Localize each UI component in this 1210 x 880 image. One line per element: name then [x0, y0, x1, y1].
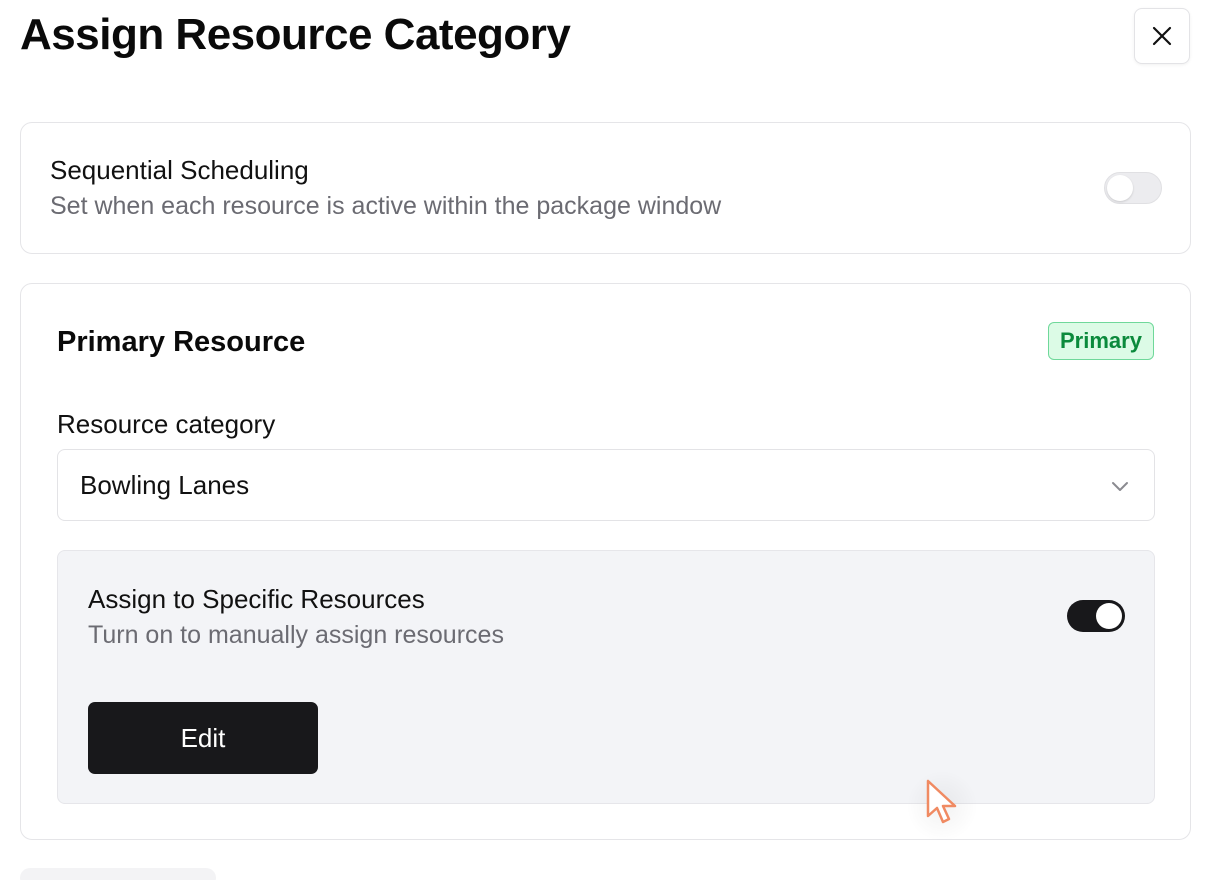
edit-button[interactable]: Edit [88, 702, 318, 774]
primary-resource-card: Primary Resource Primary Resource catego… [20, 283, 1191, 840]
close-button[interactable] [1134, 8, 1190, 64]
mouse-cursor-icon [926, 779, 957, 824]
close-icon [1152, 26, 1172, 46]
chevron-down-icon [1112, 482, 1128, 491]
toggle-knob [1107, 175, 1133, 201]
primary-resource-title: Primary Resource [57, 326, 306, 358]
resource-category-label: Resource category [57, 409, 276, 439]
assign-specific-resources-toggle[interactable] [1067, 600, 1125, 632]
primary-badge: Primary [1048, 322, 1154, 360]
sequential-scheduling-title: Sequential Scheduling [50, 155, 309, 185]
dialog-title: Assign Resource Category [20, 10, 571, 59]
sequential-scheduling-toggle[interactable] [1104, 172, 1162, 204]
sequential-scheduling-description: Set when each resource is active within … [50, 192, 722, 220]
assign-specific-resources-panel: Assign to Specific Resources Turn on to … [57, 550, 1155, 804]
assign-specific-resources-description: Turn on to manually assign resources [88, 621, 504, 649]
assign-specific-resources-title: Assign to Specific Resources [88, 584, 425, 614]
footer-button-partial[interactable] [20, 868, 216, 880]
resource-category-select[interactable]: Bowling Lanes [57, 449, 1155, 521]
resource-category-value: Bowling Lanes [80, 470, 250, 500]
sequential-scheduling-card: Sequential Scheduling Set when each reso… [20, 122, 1191, 254]
toggle-knob [1096, 603, 1122, 629]
assign-resource-dialog: Assign Resource Category Sequential Sche… [0, 0, 1210, 880]
